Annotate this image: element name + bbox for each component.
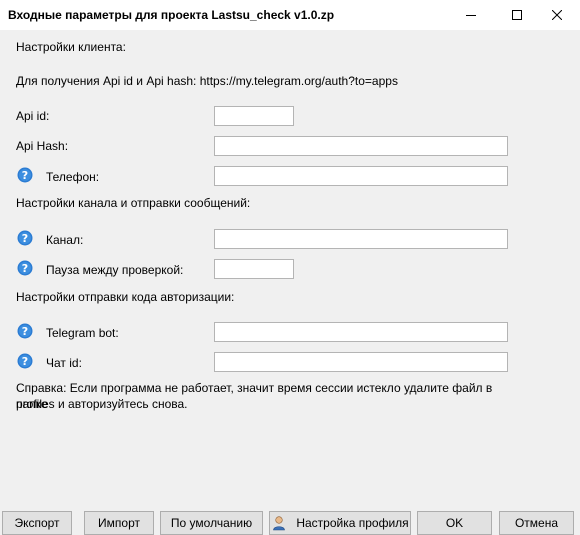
close-button[interactable] <box>534 0 580 30</box>
telegram-bot-input[interactable] <box>214 322 508 342</box>
api-hash-label: Api Hash: <box>16 139 69 153</box>
help-icon[interactable]: ? <box>17 260 33 276</box>
title-bar: Входные параметры для проекта Lastsu_che… <box>0 0 580 30</box>
pause-label: Пауза между проверкой: <box>46 263 184 277</box>
phone-input[interactable] <box>214 166 508 186</box>
help-icon[interactable]: ? <box>17 230 33 246</box>
channel-input[interactable] <box>214 229 508 249</box>
svg-text:?: ? <box>22 262 28 275</box>
api-id-label: Api id: <box>16 109 50 123</box>
ok-button[interactable]: OK <box>417 511 492 535</box>
cancel-button[interactable]: Отмена <box>499 511 574 535</box>
export-button[interactable]: Экспорт <box>2 511 72 535</box>
profile-settings-label: Настройка профиля <box>296 516 409 530</box>
api-id-input[interactable] <box>214 106 294 126</box>
dialog-window: Входные параметры для проекта Lastsu_che… <box>0 0 580 535</box>
phone-label: Телефон: <box>46 170 100 184</box>
svg-text:?: ? <box>22 355 28 368</box>
svg-text:?: ? <box>22 232 28 245</box>
pause-input[interactable] <box>214 259 294 279</box>
api-info-text: Для получения Api id и Api hash: https:/… <box>16 74 398 88</box>
svg-text:?: ? <box>22 325 28 338</box>
window-title: Входные параметры для проекта Lastsu_che… <box>8 8 335 22</box>
help-icon[interactable]: ? <box>17 167 33 183</box>
channel-label: Канал: <box>46 233 84 247</box>
user-avatar-icon <box>273 516 286 531</box>
maximize-icon <box>512 10 522 20</box>
help-note-line2: profiles и авторизуйтесь снова. <box>16 397 188 411</box>
chat-id-input[interactable] <box>214 352 508 372</box>
telegram-bot-label: Telegram bot: <box>46 326 119 340</box>
help-icon[interactable]: ? <box>17 353 33 369</box>
default-button[interactable]: По умолчанию <box>160 511 263 535</box>
profile-settings-button[interactable]: Настройка профиля <box>269 511 411 535</box>
chat-id-label: Чат id: <box>46 356 82 370</box>
minimize-icon <box>466 15 476 16</box>
svg-text:?: ? <box>22 169 28 182</box>
client-settings-heading: Настройки клиента: <box>16 40 126 54</box>
import-button[interactable]: Импорт <box>84 511 154 535</box>
help-icon[interactable]: ? <box>17 323 33 339</box>
minimize-button[interactable] <box>448 0 494 30</box>
api-hash-input[interactable] <box>214 136 508 156</box>
button-bar: Экспорт Импорт По умолчанию Настройка пр… <box>0 507 580 535</box>
close-icon <box>552 10 562 20</box>
channel-settings-heading: Настройки канала и отправки сообщений: <box>16 196 251 210</box>
auth-settings-heading: Настройки отправки кода авторизации: <box>16 290 235 304</box>
form-area: Настройки клиента: Для получения Api id … <box>0 30 580 505</box>
